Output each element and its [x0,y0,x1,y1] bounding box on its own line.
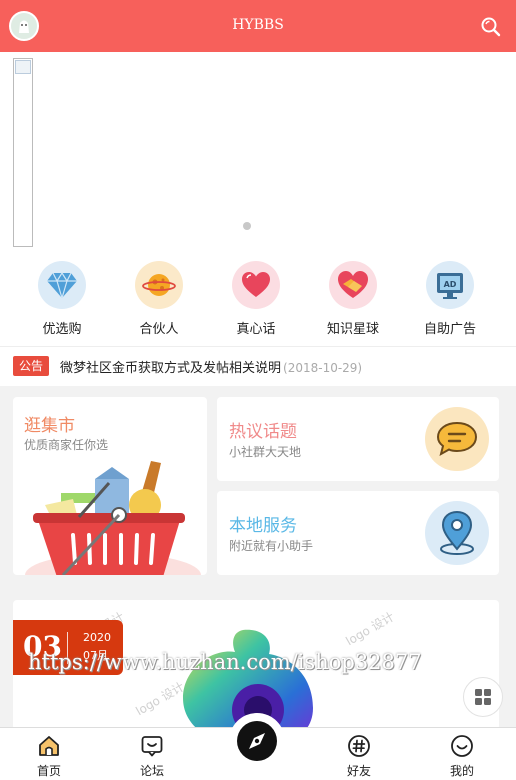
hash-icon [347,734,371,758]
announcement-link[interactable]: 微梦社区金币获取方式及发帖相关说明 (2018-10-29) [60,357,362,376]
tab-friends[interactable]: 好友 [329,734,389,779]
announcement-bar[interactable]: 公告 微梦社区金币获取方式及发帖相关说明 (2018-10-29) [0,346,516,386]
tab-label: 论坛 [139,764,164,778]
chat-bubble-icon [425,407,489,471]
svg-text:AD: AD [444,280,457,289]
search-icon[interactable] [480,16,502,38]
ad-board-icon: AD [426,261,474,309]
market-title: 逛集市 [24,416,75,436]
watermark: logo 设计 [343,609,397,649]
carousel-indicator[interactable] [243,222,251,230]
shop-url-overlay: https://www.huzhan.com/ishop32877 [28,650,422,674]
app-title: HYBBS [232,17,284,33]
home-icon [37,734,61,758]
handshake-icon [329,261,377,309]
category-nav: 优选购 合伙人 真心话 知识星球 AD 自助广告 [0,256,516,346]
market-subtitle: 优质商家任你选 [24,438,109,452]
local-services-subtitle: 附近就有小助手 [229,539,314,553]
tab-mine[interactable]: 我的 [432,734,492,779]
compass-icon [237,721,277,761]
tab-home[interactable]: 首页 [19,734,79,779]
grid-menu-button[interactable] [463,677,503,717]
market-card[interactable]: 逛集市 优质商家任你选 [13,397,207,575]
banner-image[interactable] [13,58,33,247]
tab-label: 我的 [449,764,474,778]
nav-label: 真心话 [236,322,276,337]
grid-icon [475,689,491,705]
heart-icon [232,261,280,309]
diamond-icon [38,261,86,309]
nav-label: 知识星球 [326,322,379,337]
planet-icon [135,261,183,309]
location-pin-icon [425,501,489,565]
hot-topics-title: 热议话题 [229,422,297,442]
smile-icon [450,734,474,758]
hot-topics-card[interactable]: 热议话题 小社群大天地 [217,397,499,481]
local-services-title: 本地服务 [229,516,297,536]
nav-label: 合伙人 [139,322,179,337]
tab-forum[interactable]: 论坛 [122,734,182,779]
nav-label: 优选购 [42,322,82,337]
tab-label: 首页 [36,764,61,778]
shopping-basket-icon [25,461,201,575]
announcement-text[interactable]: 微梦社区金币获取方式及发帖相关说明 [60,361,281,376]
hot-topics-subtitle: 小社群大天地 [229,445,302,459]
tab-discover[interactable] [229,713,285,769]
top-bar: HYBBS [0,0,516,52]
nav-item-zizhuguanggao[interactable]: AD 自助广告 [405,261,495,337]
nav-item-zhishixingqiu[interactable]: 知识星球 [308,261,398,337]
chat-icon [140,734,164,758]
post-year: 2020 [83,631,111,644]
nav-item-zhenxinhua[interactable]: 真心话 [211,261,301,337]
nav-label: 自助广告 [423,322,476,337]
nav-item-hehuoren[interactable]: 合伙人 [114,261,204,337]
announcement-tag: 公告 [13,356,49,376]
local-services-card[interactable]: 本地服务 附近就有小助手 [217,491,499,575]
tab-label: 好友 [346,764,371,778]
banner-carousel[interactable] [0,52,516,256]
nav-item-youxuangou[interactable]: 优选购 [17,261,107,337]
announcement-date: (2018-10-29) [283,361,363,375]
